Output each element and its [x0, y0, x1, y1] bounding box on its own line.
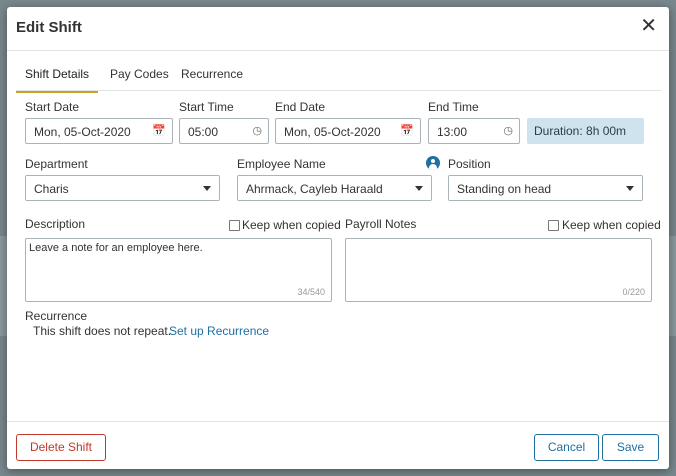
clock-icon[interactable]: ◷ [503, 124, 513, 137]
setup-recurrence-link[interactable]: Set up Recurrence [169, 324, 269, 338]
chevron-down-icon [415, 186, 423, 191]
tab-pay-codes[interactable]: Pay Codes [101, 67, 178, 91]
description-label: Description [25, 217, 86, 231]
footer-divider [7, 421, 669, 422]
payroll-notes-textarea[interactable]: 0/220 [345, 238, 652, 302]
chevron-down-icon [626, 186, 634, 191]
background-fragment [0, 236, 7, 336]
delete-shift-button[interactable]: Delete Shift [16, 434, 106, 461]
employee-name-label: Employee Name [237, 157, 326, 171]
calendar-icon[interactable]: 📅 [152, 124, 166, 137]
clock-icon[interactable]: ◷ [252, 124, 262, 137]
chevron-down-icon [203, 186, 211, 191]
start-time-label: Start Time [179, 100, 234, 114]
cancel-button[interactable]: Cancel [534, 434, 599, 461]
save-button[interactable]: Save [602, 434, 659, 461]
recurrence-label: Recurrence [25, 309, 88, 323]
tab-recurrence[interactable]: Recurrence [172, 67, 252, 91]
end-time-label: End Time [428, 100, 479, 114]
end-date-label: End Date [275, 100, 326, 114]
description-textarea[interactable]: Leave a note for an employee here. 34/54… [25, 238, 332, 302]
recurrence-status: This shift does not repeat. [33, 324, 172, 338]
person-icon[interactable] [426, 156, 440, 170]
background-fragment [669, 236, 676, 336]
calendar-icon[interactable]: 📅 [400, 124, 414, 137]
start-date-label: Start Date [25, 100, 80, 114]
payroll-keep-checkbox[interactable] [548, 220, 559, 231]
end-time-input[interactable]: 13:00 ◷ [428, 118, 520, 144]
department-select[interactable]: Charis [25, 175, 220, 201]
end-date-input[interactable]: Mon, 05-Oct-2020 📅 [275, 118, 421, 144]
payroll-notes-label: Payroll Notes [345, 217, 417, 231]
dialog-header: Edit Shift ✕ [7, 7, 669, 51]
duration-badge: Duration: 8h 00m [527, 118, 644, 144]
start-time-input[interactable]: 05:00 ◷ [179, 118, 269, 144]
description-keep-label: Keep when copied [242, 218, 341, 232]
dialog-title: Edit Shift [16, 19, 82, 36]
description-char-counter: 34/540 [297, 287, 325, 297]
description-keep-checkbox[interactable] [229, 220, 240, 231]
position-select[interactable]: Standing on head [448, 175, 643, 201]
start-date-input[interactable]: Mon, 05-Oct-2020 📅 [25, 118, 173, 144]
employee-name-select[interactable]: Ahrmack, Cayleb Haraald [237, 175, 432, 201]
edit-shift-dialog: Edit Shift ✕ Shift Details Pay Codes Rec… [7, 7, 669, 469]
payroll-char-counter: 0/220 [622, 287, 645, 297]
payroll-keep-label: Keep when copied [562, 218, 661, 232]
close-icon[interactable]: ✕ [640, 16, 657, 36]
tab-divider [16, 90, 661, 91]
position-label: Position [448, 157, 491, 171]
department-label: Department [25, 157, 88, 171]
